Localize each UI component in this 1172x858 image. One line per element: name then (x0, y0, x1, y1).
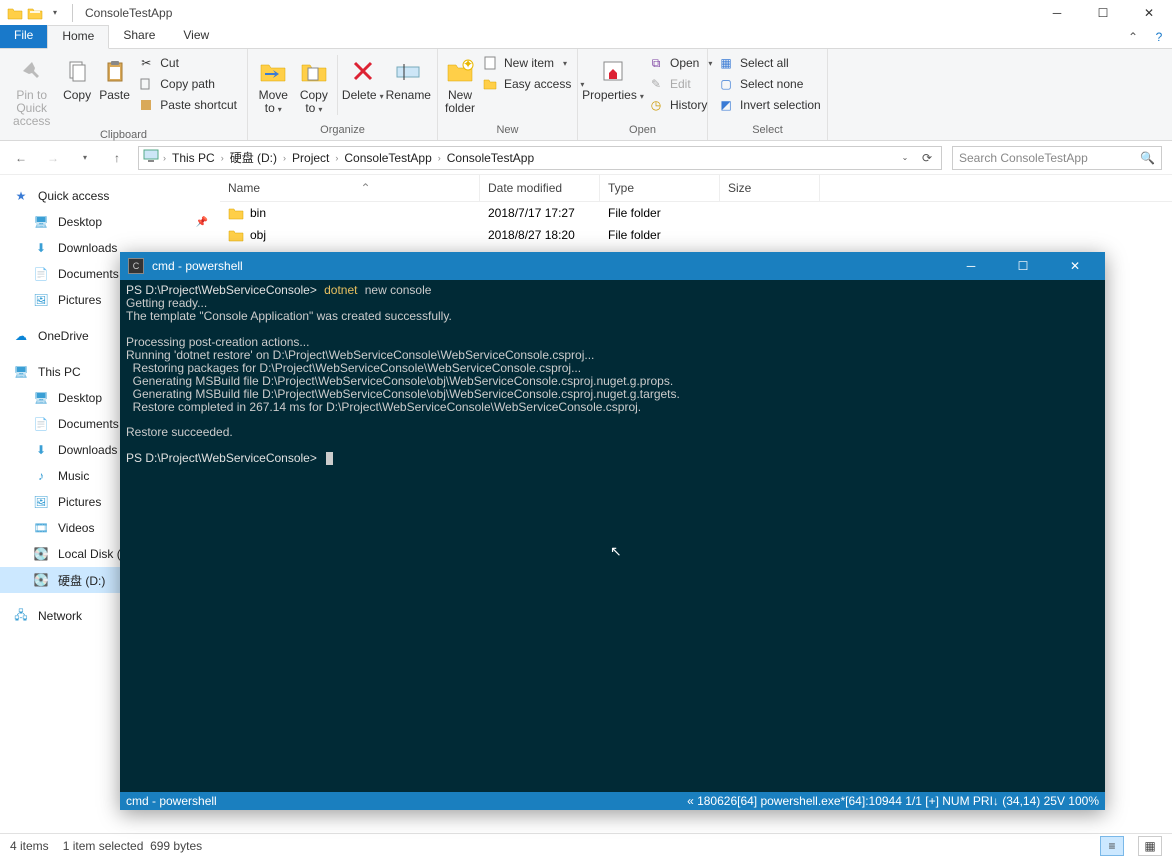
group-label: Open (584, 124, 701, 138)
status-bar: 4 items 1 item selected 699 bytes ≡ ▦ (0, 833, 1172, 858)
delete-button[interactable]: Delete (342, 51, 384, 102)
maximize-button[interactable]: ☐ (1080, 0, 1126, 25)
recent-dropdown[interactable]: ▾ (74, 147, 96, 169)
edit-button[interactable]: ✎Edit (644, 75, 716, 93)
col-size[interactable]: Size (720, 175, 820, 201)
new-folder-button[interactable]: ✦New folder (444, 51, 476, 115)
rename-button[interactable]: Rename (386, 51, 431, 102)
file-row[interactable]: bin 2018/7/17 17:27 File folder (220, 202, 1172, 224)
ribbon-collapse-icon[interactable]: ⌃ (1120, 25, 1146, 48)
sort-icon: ⌃ (360, 181, 370, 195)
address-bar[interactable]: › This PC› 硬盘 (D:)› Project› ConsoleTest… (138, 146, 942, 170)
select-all-button[interactable]: ▦Select all (714, 54, 825, 72)
copy-to-button[interactable]: Copy to (295, 51, 334, 115)
svg-text:✦: ✦ (463, 59, 473, 71)
back-button[interactable]: ← (10, 147, 32, 169)
new-item-button[interactable]: New item (478, 54, 588, 72)
terminal-statusbar: cmd - powershell « 180626[64] powershell… (120, 792, 1105, 810)
minimize-button[interactable]: ─ (1034, 0, 1080, 25)
up-button[interactable]: ↑ (106, 147, 128, 169)
status-selected: 1 item selected 699 bytes (63, 839, 202, 853)
folder-icon (6, 4, 24, 22)
nav-desktop[interactable]: 🖥Desktop📌 (0, 209, 220, 235)
close-button[interactable]: ✕ (1126, 0, 1172, 25)
terminal-close-button[interactable]: ✕ (1053, 252, 1097, 280)
group-label: Select (714, 124, 821, 138)
tab-home[interactable]: Home (47, 25, 109, 49)
select-none-button[interactable]: ▢Select none (714, 75, 825, 93)
cut-button[interactable]: ✂Cut (134, 54, 241, 72)
column-headers[interactable]: Name ⌃ Date modified Type Size (220, 175, 1172, 202)
history-button[interactable]: ◷History (644, 96, 716, 114)
terminal-maximize-button[interactable]: ☐ (1001, 252, 1045, 280)
search-input[interactable]: Search ConsoleTestApp 🔍 (952, 146, 1162, 170)
help-icon[interactable]: ? (1146, 25, 1172, 48)
group-label: New (444, 124, 571, 138)
terminal-titlebar[interactable]: C cmd - powershell ─ ☐ ✕ (120, 252, 1105, 280)
ribbon: Pin to Quick access Copy Paste ✂Cut Copy… (0, 49, 1172, 141)
view-details-button[interactable]: ≡ (1100, 836, 1124, 856)
paste-button[interactable]: Paste (97, 51, 132, 102)
terminal-status-right: « 180626[64] powershell.exe*[64]:10944 1… (687, 794, 1099, 808)
file-row[interactable]: obj 2018/8/27 18:20 File folder (220, 224, 1172, 246)
pin-quickaccess-button[interactable]: Pin to Quick access (6, 51, 57, 129)
terminal-app-icon: C (128, 258, 144, 274)
crumb[interactable]: ConsoleTestApp (443, 151, 538, 165)
view-icons-button[interactable]: ▦ (1138, 836, 1162, 856)
move-to-button[interactable]: Move to (254, 51, 293, 115)
pin-icon: 📌 (196, 217, 208, 228)
search-icon: 🔍 (1140, 151, 1155, 165)
terminal-body[interactable]: PS D:\Project\WebServiceConsole> dotnet … (120, 280, 1105, 792)
invert-selection-button[interactable]: ◩Invert selection (714, 96, 825, 114)
copy-path-button[interactable]: Copy path (134, 75, 241, 93)
group-label: Organize (254, 124, 431, 138)
terminal-window: C cmd - powershell ─ ☐ ✕ PS D:\Project\W… (120, 252, 1105, 810)
paste-shortcut-button[interactable]: Paste shortcut (134, 96, 241, 114)
status-item-count: 4 items (10, 839, 49, 853)
nav-quick-access[interactable]: ★Quick access (0, 183, 220, 209)
ribbon-tabs: File Home Share View ⌃ ? (0, 25, 1172, 49)
crumb[interactable]: Project (288, 151, 333, 165)
col-date[interactable]: Date modified (480, 175, 600, 201)
window-title: ConsoleTestApp (85, 6, 172, 20)
crumb[interactable]: 硬盘 (D:) (226, 149, 281, 166)
crumb[interactable]: This PC (168, 151, 219, 165)
easy-access-button[interactable]: Easy access (478, 75, 588, 93)
tab-file[interactable]: File (0, 25, 47, 48)
open-button[interactable]: ⧉Open (644, 54, 716, 72)
divider (72, 4, 73, 22)
crumb[interactable]: ConsoleTestApp (340, 151, 435, 165)
terminal-minimize-button[interactable]: ─ (949, 252, 993, 280)
address-dropdown-icon[interactable]: ⌄ (895, 153, 915, 162)
terminal-title: cmd - powershell (152, 259, 243, 273)
cursor-icon (326, 452, 333, 465)
tab-view[interactable]: View (169, 25, 223, 48)
window-titlebar: ▾ ConsoleTestApp ─ ☐ ✕ (0, 0, 1172, 25)
qat-dropdown-icon[interactable]: ▾ (46, 4, 64, 22)
tab-share[interactable]: Share (109, 25, 169, 48)
properties-button[interactable]: Properties (584, 51, 642, 102)
terminal-status-left: cmd - powershell (126, 794, 217, 808)
col-name[interactable]: Name (228, 181, 260, 195)
address-row: ← → ▾ ↑ › This PC› 硬盘 (D:)› Project› Con… (0, 141, 1172, 175)
copy-button[interactable]: Copy (59, 51, 94, 102)
col-type[interactable]: Type (600, 175, 720, 201)
forward-button[interactable]: → (42, 147, 64, 169)
mouse-pointer-icon: ↖ (610, 544, 622, 559)
folder-open-icon (26, 4, 44, 22)
pc-icon (143, 149, 161, 167)
group-label: Clipboard (6, 129, 241, 143)
refresh-icon[interactable]: ⟳ (917, 151, 937, 165)
